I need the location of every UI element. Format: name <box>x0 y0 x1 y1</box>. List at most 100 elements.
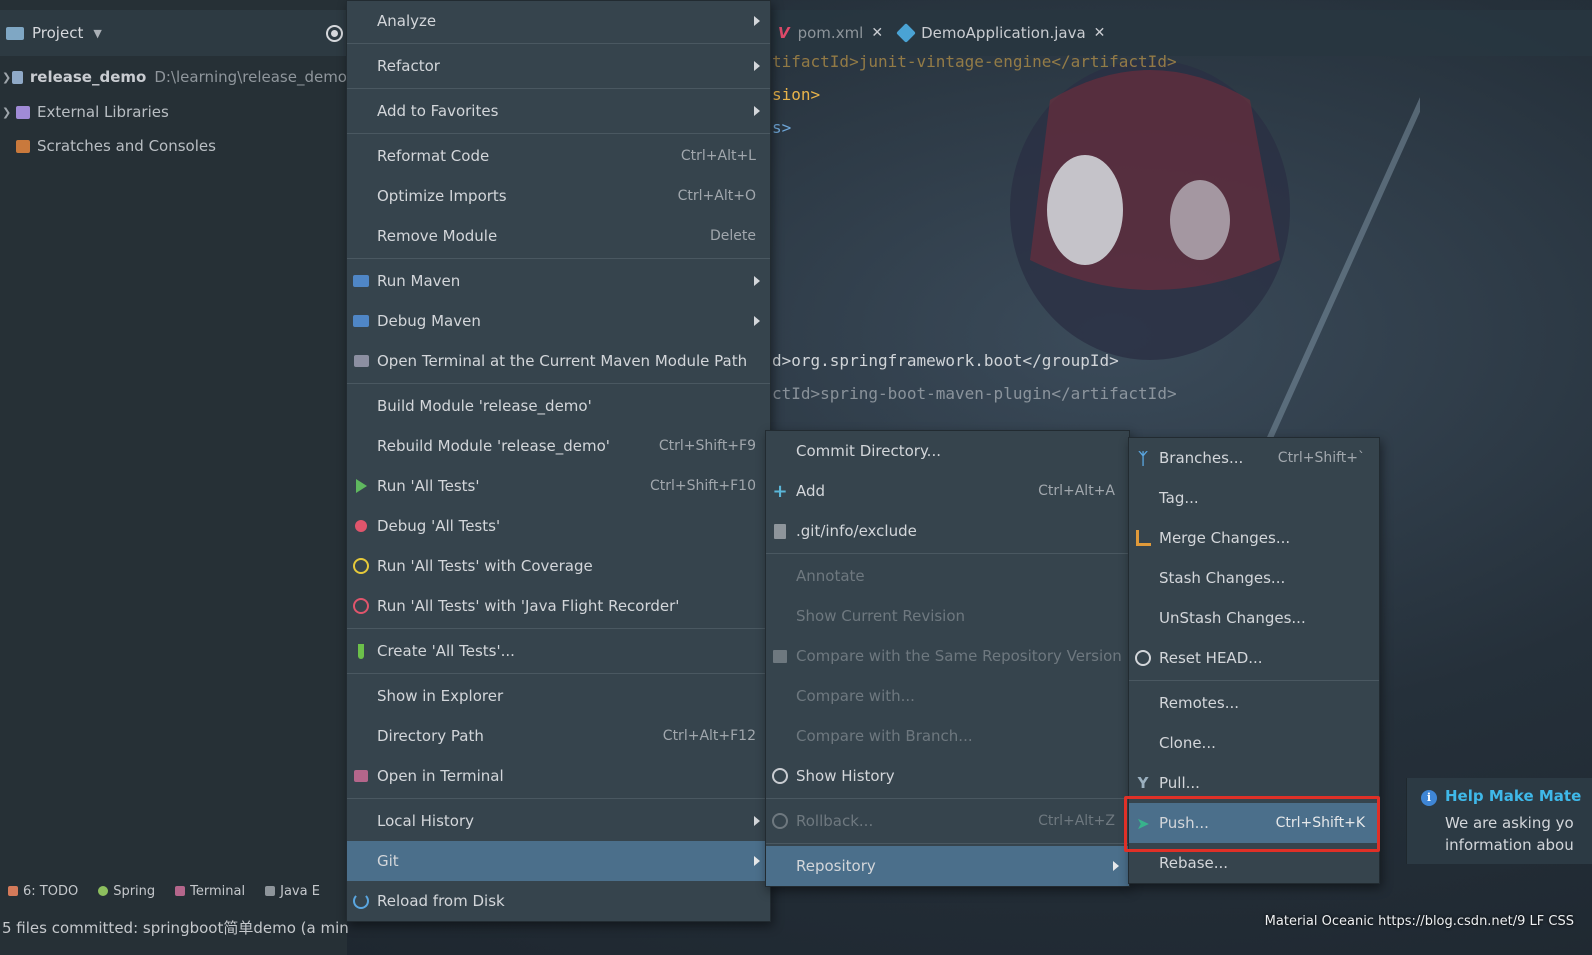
menu-item-open-terminal-maven[interactable]: Open Terminal at the Current Maven Modul… <box>347 341 770 381</box>
locate-target-icon[interactable] <box>326 24 343 42</box>
menu-item-local-history[interactable]: Local History <box>347 801 770 841</box>
chevron-right-icon[interactable]: ❯ <box>2 71 12 84</box>
code-line[interactable]: s> <box>772 118 791 137</box>
menu-item-compare-with-branch[interactable]: Compare with Branch... <box>766 716 1129 756</box>
tab-pom-xml[interactable]: V pom.xml ✕ <box>770 10 891 56</box>
menu-item-rebuild-module[interactable]: Rebuild Module 'release_demo' Ctrl+Shift+… <box>347 426 770 466</box>
tree-item-external-libraries[interactable]: ❯ External Libraries <box>0 97 347 127</box>
menu-item-directory-path[interactable]: Directory Path Ctrl+Alt+F12 <box>347 716 770 756</box>
close-icon[interactable]: ✕ <box>871 25 883 41</box>
menu-item-stash-changes[interactable]: Stash Changes... <box>1129 558 1379 598</box>
menu-item-debug-maven[interactable]: Debug Maven <box>347 301 770 341</box>
menu-item-add-to-favorites[interactable]: Add to Favorites <box>347 91 770 131</box>
menu-item-show-history[interactable]: Show History <box>766 756 1129 796</box>
menu-item-clone[interactable]: Clone... <box>1129 723 1379 763</box>
shortcut-label: Ctrl+Shift+F10 <box>649 478 756 494</box>
menu-item-label: Compare with Branch... <box>796 727 973 745</box>
menu-item-label: .git/info/exclude <box>796 522 917 540</box>
menu-item-branches[interactable]: ᛉ Branches... Ctrl+Shift+` <box>1129 438 1379 478</box>
terminal-icon <box>353 768 369 784</box>
menu-item-reformat-code[interactable]: Reformat Code Ctrl+Alt+L <box>347 136 770 176</box>
history-icon <box>772 768 788 784</box>
menu-item-annotate[interactable]: Annotate <box>766 556 1129 596</box>
menu-item-run-all-tests[interactable]: Run 'All Tests' Ctrl+Shift+F10 <box>347 466 770 506</box>
menu-item-open-in-terminal[interactable]: Open in Terminal <box>347 756 770 796</box>
code-line[interactable]: d>org.springframework.boot</groupId> <box>772 351 1119 370</box>
menu-item-repository[interactable]: Repository <box>766 846 1129 886</box>
notification-line: information abou <box>1445 836 1574 854</box>
menu-item-label: Run 'All Tests' <box>377 477 480 495</box>
terminal-icon <box>353 353 369 369</box>
code-line[interactable]: sion> <box>772 85 820 104</box>
menu-item-label: Refactor <box>377 57 440 75</box>
menu-item-rollback[interactable]: Rollback... Ctrl+Alt+Z <box>766 801 1129 841</box>
tool-tab-label: 6: TODO <box>23 883 79 899</box>
menu-item-create-all-tests[interactable]: Create 'All Tests'... <box>347 631 770 671</box>
tool-tab-java-enterprise[interactable]: Java E <box>265 884 320 899</box>
chevron-down-icon[interactable]: ▼ <box>93 27 101 40</box>
menu-item-show-in-explorer[interactable]: Show in Explorer <box>347 676 770 716</box>
menu-item-add[interactable]: + Add Ctrl+Alt+A <box>766 471 1129 511</box>
submenu-arrow-icon <box>754 16 760 26</box>
spring-icon <box>98 886 109 896</box>
menu-item-compare-with[interactable]: Compare with... <box>766 676 1129 716</box>
menu-item-remove-module[interactable]: Remove Module Delete <box>347 216 770 256</box>
tree-item-release-demo[interactable]: ❯ release_demo D:\learning\release_demo <box>0 62 347 92</box>
submenu-arrow-icon <box>754 856 760 866</box>
close-icon[interactable]: ✕ <box>1094 25 1106 41</box>
tree-item-label: External Libraries <box>37 103 169 121</box>
tab-demo-application[interactable]: DemoApplication.java ✕ <box>891 10 1113 56</box>
rollback-icon <box>772 813 788 829</box>
tool-tab-todo[interactable]: 6: TODO <box>8 884 78 899</box>
menu-item-run-with-jfr[interactable]: Run 'All Tests' with 'Java Flight Record… <box>347 586 770 626</box>
menu-item-git[interactable]: Git <box>347 841 770 881</box>
menu-item-show-current-revision[interactable]: Show Current Revision <box>766 596 1129 636</box>
menu-item-label: Directory Path <box>377 727 484 745</box>
menu-item-label: Rollback... <box>796 812 874 830</box>
menu-item-merge-changes[interactable]: Merge Changes... <box>1129 518 1379 558</box>
menu-item-compare-same-repo[interactable]: Compare with the Same Repository Version <box>766 636 1129 676</box>
menu-item-label: Run Maven <box>377 272 461 290</box>
menu-item-build-module[interactable]: Build Module 'release_demo' <box>347 386 770 426</box>
tool-tab-label: Spring <box>113 883 156 899</box>
reload-icon <box>353 893 369 909</box>
bug-icon <box>353 518 369 534</box>
menu-item-remotes[interactable]: Remotes... <box>1129 683 1379 723</box>
menu-item-reset-head[interactable]: Reset HEAD... <box>1129 638 1379 678</box>
menu-item-run-maven[interactable]: Run Maven <box>347 261 770 301</box>
notification-title[interactable]: Help Make Mate <box>1445 787 1581 805</box>
code-line[interactable]: tifactId>junit-vintage-engine</artifactI… <box>772 52 1177 71</box>
menu-item-unstash-changes[interactable]: UnStash Changes... <box>1129 598 1379 638</box>
project-panel: Project ▼ ❯ release_demo D:\learning\rel… <box>0 0 349 955</box>
tool-tab-terminal[interactable]: Terminal <box>175 884 245 899</box>
menu-item-label: Show History <box>796 767 895 785</box>
menu-item-commit-directory[interactable]: Commit Directory... <box>766 431 1129 471</box>
menu-item-label: UnStash Changes... <box>1159 609 1306 627</box>
menu-item-reload-from-disk[interactable]: Reload from Disk <box>347 881 770 921</box>
git-submenu: Commit Directory... + Add Ctrl+Alt+A .git/… <box>765 430 1130 887</box>
project-title[interactable]: Project <box>32 24 83 42</box>
menu-item-git-exclude[interactable]: .git/info/exclude <box>766 511 1129 551</box>
status-bar-right: Material Oceanic https://blog.csdn.net/9… <box>1264 914 1574 929</box>
menu-item-analyze[interactable]: Analyze <box>347 1 770 41</box>
code-line[interactable]: ctId>spring-boot-maven-plugin</artifactI… <box>772 384 1177 403</box>
chevron-right-icon[interactable]: ❯ <box>2 106 16 119</box>
menu-item-debug-all-tests[interactable]: Debug 'All Tests' <box>347 506 770 546</box>
submenu-arrow-icon <box>754 316 760 326</box>
maven-run-icon <box>353 273 369 289</box>
menu-item-label: Tag... <box>1159 489 1199 507</box>
menu-item-label: Stash Changes... <box>1159 569 1286 587</box>
terminal-icon <box>175 886 186 896</box>
menu-item-tag[interactable]: Tag... <box>1129 478 1379 518</box>
menu-item-refactor[interactable]: Refactor <box>347 46 770 86</box>
menu-item-label: Build Module 'release_demo' <box>377 397 592 415</box>
menu-item-run-with-coverage[interactable]: Run 'All Tests' with Coverage <box>347 546 770 586</box>
shortcut-label: Ctrl+Alt+F12 <box>662 728 756 744</box>
shortcut-label: Ctrl+Shift+` <box>1277 450 1365 466</box>
tool-tab-spring[interactable]: Spring <box>98 884 155 899</box>
notification-balloon[interactable]: i Help Make Mate We are asking yo inform… <box>1406 778 1592 864</box>
tree-item-scratches[interactable]: Scratches and Consoles <box>0 131 347 161</box>
menu-item-optimize-imports[interactable]: Optimize Imports Ctrl+Alt+O <box>347 176 770 216</box>
menu-item-label: Remove Module <box>377 227 498 245</box>
menu-item-label: Remotes... <box>1159 694 1239 712</box>
